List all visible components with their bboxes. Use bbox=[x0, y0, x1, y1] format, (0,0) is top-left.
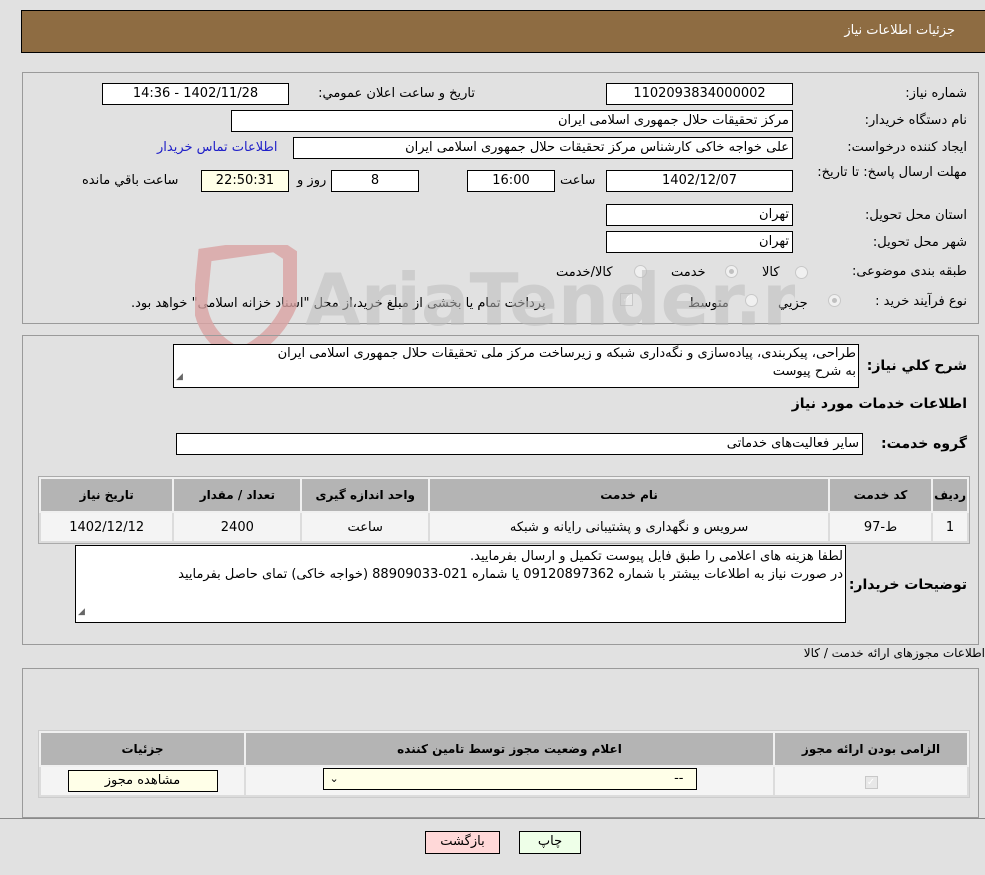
permits-section-title: اطلاعات مجوزهای ارائه خدمت / کالا bbox=[803, 646, 985, 660]
category-label: طبقه بندی موضوعی: bbox=[851, 264, 967, 279]
treasury-text: پرداخت تمام یا بخشی از مبلغ خرید،از محل … bbox=[131, 296, 546, 311]
category-option-both: کالا/خدمت bbox=[556, 265, 613, 280]
process-label: نوع فرآیند خرید : bbox=[875, 294, 967, 309]
category-option-goods: کالا bbox=[762, 265, 780, 280]
deadline-date-field[interactable]: 1402/12/07 bbox=[606, 170, 793, 192]
cell-permit-required: ✓ bbox=[773, 765, 969, 797]
description-textarea[interactable]: طراحی، پیکربندی، پیاده‌سازی و نگه‌داری ش… bbox=[173, 344, 859, 388]
need-number-field[interactable]: 1102093834000002 bbox=[606, 83, 793, 105]
buyer-contact-link[interactable]: اطلاعات تماس خریدار bbox=[157, 140, 277, 155]
category-radio-service[interactable] bbox=[725, 265, 738, 278]
cell-permit-details: مشاهده مجوز bbox=[39, 765, 246, 797]
col-permit-status: اعلام وضعیت مجوز توسط تامین کننده bbox=[244, 731, 775, 767]
service-group-label: گروه خدمت: bbox=[881, 436, 967, 452]
col-name: نام خدمت bbox=[428, 477, 830, 513]
cell-permit-status: -- ⌄ bbox=[244, 765, 775, 797]
chevron-down-icon: ⌄ bbox=[329, 772, 339, 785]
back-button[interactable]: بازگشت bbox=[425, 831, 500, 854]
category-radio-both[interactable] bbox=[634, 265, 647, 278]
buyer-label: نام دستگاه خریدار: bbox=[864, 113, 967, 128]
days-label: روز و bbox=[297, 173, 327, 188]
process-option-minor: جزيي bbox=[778, 296, 808, 311]
announce-label: تاریخ و ساعت اعلان عمومي: bbox=[318, 86, 475, 101]
cell-qty: 2400 bbox=[172, 511, 303, 543]
buyer-notes-textarea[interactable]: لطفا هزینه های اعلامی را طبق فایل پیوست … bbox=[75, 545, 846, 623]
table-row: ✓ -- ⌄ مشاهده مجوز bbox=[39, 765, 969, 797]
city-field[interactable]: تهران bbox=[606, 231, 793, 253]
page-title: جزئیات اطلاعات نیاز bbox=[844, 23, 955, 38]
description-line-2: به شرح پیوست bbox=[772, 364, 856, 379]
cell-unit: ساعت bbox=[300, 511, 431, 543]
process-radio-minor[interactable] bbox=[828, 294, 841, 307]
creator-field[interactable]: علی خواجه خاکی کارشناس مرکز تحقیقات حلال… bbox=[293, 137, 793, 159]
permits-table-header: الزامی بودن ارائه مجوز اعلام وضعیت مجوز … bbox=[39, 731, 969, 767]
cell-date: 1402/12/12 bbox=[38, 511, 175, 543]
services-section-title: اطلاعات خدمات مورد نیاز bbox=[791, 396, 967, 412]
cell-code: ط-97 bbox=[827, 511, 934, 543]
permit-status-select[interactable]: -- ⌄ bbox=[322, 768, 697, 790]
time-remaining-label: ساعت باقي مانده bbox=[82, 173, 179, 188]
permits-table: الزامی بودن ارائه مجوز اعلام وضعیت مجوز … bbox=[39, 731, 969, 797]
buyer-name-field[interactable]: مرکز تحقیقات حلال جمهوری اسلامی ایران bbox=[231, 110, 793, 132]
process-option-medium: متوسط bbox=[688, 296, 729, 311]
permit-status-value: -- bbox=[674, 771, 684, 786]
description-line-1: طراحی، پیکربندی، پیاده‌سازی و نگه‌داری ش… bbox=[277, 346, 856, 361]
services-table-header: ردیف کد خدمت نام خدمت واحد اندازه گیری ت… bbox=[38, 477, 969, 513]
services-table-wrapper: ردیف کد خدمت نام خدمت واحد اندازه گیری ت… bbox=[38, 476, 970, 544]
services-table: ردیف کد خدمت نام خدمت واحد اندازه گیری ت… bbox=[38, 477, 969, 543]
table-row: 1 ط-97 سرویس و نگهداری و پشتیبانی رایانه… bbox=[38, 511, 969, 543]
col-qty: تعداد / مقدار bbox=[172, 477, 303, 513]
col-row: ردیف bbox=[931, 477, 969, 513]
description-label: شرح كلي نياز: bbox=[866, 358, 967, 374]
cell-name: سرویس و نگهداری و پشتیبانی رایانه و شبکه bbox=[428, 511, 830, 543]
deadline-time-label: ساعت bbox=[560, 173, 596, 188]
permits-table-wrapper: الزامی بودن ارائه مجوز اعلام وضعیت مجوز … bbox=[38, 730, 970, 798]
resize-handle-icon[interactable]: ◢ bbox=[78, 603, 85, 621]
treasury-checkbox[interactable]: ✓ bbox=[620, 293, 633, 306]
permit-required-checkbox[interactable]: ✓ bbox=[864, 775, 878, 789]
resize-handle-icon[interactable]: ◢ bbox=[176, 368, 183, 386]
category-option-service: خدمت bbox=[671, 265, 706, 280]
service-group-field[interactable]: سایر فعالیت‌های خدماتی bbox=[176, 433, 863, 455]
buyer-notes-line-1: لطفا هزینه های اعلامی را طبق فایل پیوست … bbox=[470, 549, 843, 564]
footer-divider bbox=[0, 818, 985, 819]
col-permit-details: جزئیات bbox=[39, 731, 246, 767]
province-field[interactable]: تهران bbox=[606, 204, 793, 226]
page-header: جزئیات اطلاعات نیاز bbox=[21, 10, 985, 53]
col-unit: واحد اندازه گیری bbox=[300, 477, 431, 513]
days-remaining-field[interactable]: 8 bbox=[331, 170, 419, 192]
need-number-label: شماره نیاز: bbox=[905, 86, 967, 101]
view-permit-button[interactable]: مشاهده مجوز bbox=[67, 770, 218, 792]
city-label: شهر محل تحویل: bbox=[872, 235, 967, 250]
cell-row: 1 bbox=[931, 511, 969, 543]
process-radio-medium[interactable] bbox=[745, 294, 758, 307]
deadline-time-field[interactable]: 16:00 bbox=[467, 170, 555, 192]
col-date: تاریخ نیاز bbox=[38, 477, 175, 513]
announce-datetime-field[interactable]: 1402/11/28 - 14:36 bbox=[102, 83, 289, 105]
creator-label: ایجاد کننده درخواست: bbox=[847, 140, 967, 155]
province-label: استان محل تحویل: bbox=[865, 208, 967, 223]
buyer-notes-label: توضیحات خریدار: bbox=[848, 577, 967, 593]
print-button[interactable]: چاپ bbox=[519, 831, 581, 854]
col-code: کد خدمت bbox=[827, 477, 934, 513]
time-remaining-field[interactable]: 22:50:31 bbox=[201, 170, 289, 192]
col-permit-required: الزامی بودن ارائه مجوز bbox=[773, 731, 969, 767]
deadline-label: مهلت ارسال پاسخ: تا تاریخ: bbox=[817, 165, 967, 180]
buyer-notes-line-2: در صورت نیاز به اطلاعات بیشتر با شماره 0… bbox=[178, 567, 843, 582]
category-radio-goods[interactable] bbox=[795, 266, 808, 279]
